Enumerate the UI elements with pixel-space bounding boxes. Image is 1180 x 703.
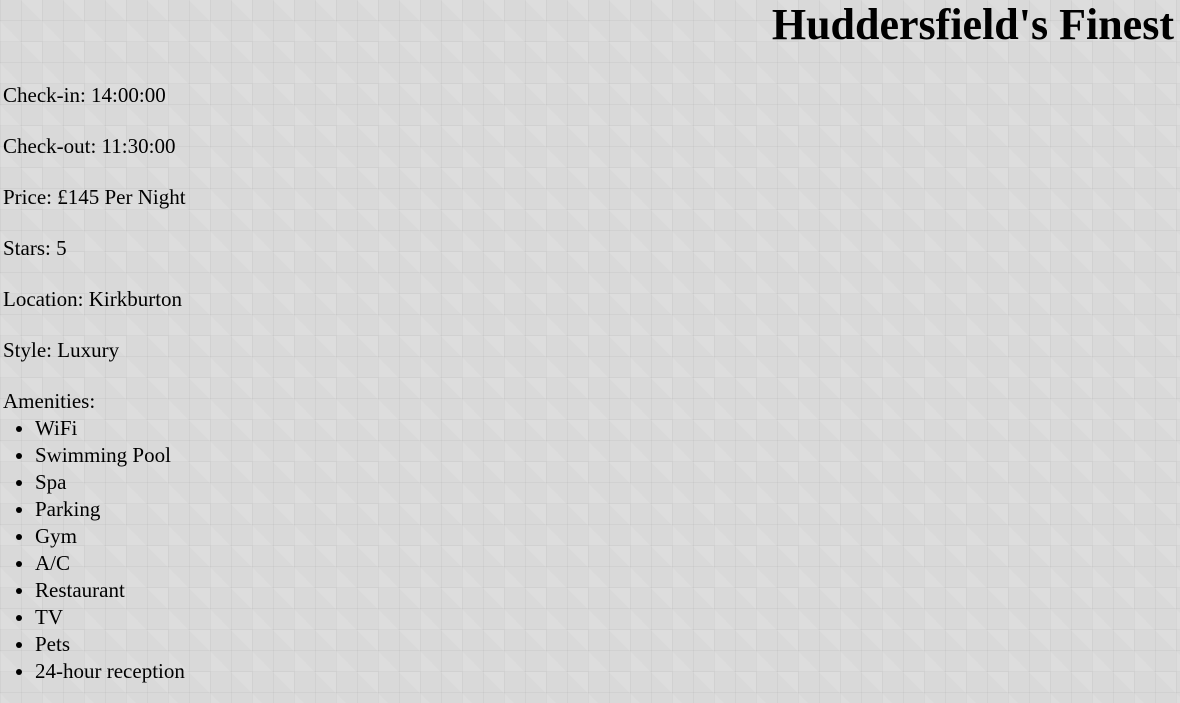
location-text: Location: Kirkburton: [3, 287, 183, 311]
page-title: Huddersfield's Finest: [771, 0, 1174, 49]
amenities-list: WiFi Swimming Pool Spa Parking Gym A/C R…: [3, 415, 186, 685]
check-in-text: Check-in: 14:00:00: [3, 83, 166, 107]
list-item: Spa: [35, 469, 186, 496]
list-item: A/C: [35, 550, 186, 577]
list-item: Restaurant: [35, 577, 186, 604]
check-out-text: Check-out: 11:30:00: [3, 134, 176, 158]
stars-text: Stars: 5: [3, 236, 67, 260]
list-item: Swimming Pool: [35, 442, 186, 469]
hotel-details: Check-in: 14:00:00 Check-out: 11:30:00 P…: [3, 82, 186, 685]
list-item: WiFi: [35, 415, 186, 442]
price-text: Price: £145 Per Night: [3, 185, 186, 209]
amenities-label: Amenities:: [3, 389, 96, 413]
list-item: Parking: [35, 496, 186, 523]
list-item: Gym: [35, 523, 186, 550]
list-item: TV: [35, 604, 186, 631]
list-item: Pets: [35, 631, 186, 658]
style-text: Style: Luxury: [3, 338, 120, 362]
list-item: 24-hour reception: [35, 658, 186, 685]
